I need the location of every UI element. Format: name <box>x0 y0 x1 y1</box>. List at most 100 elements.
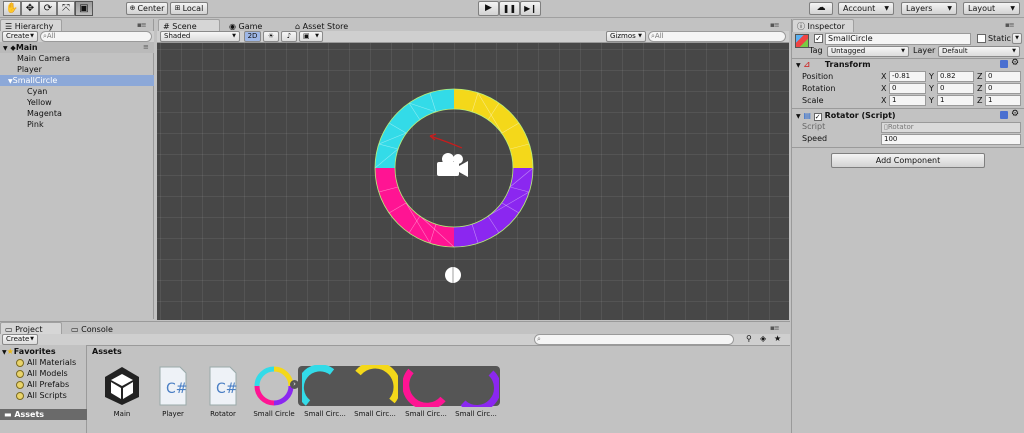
speaker-icon: ♪ <box>286 32 292 40</box>
rotator-help-icon[interactable] <box>1000 111 1008 119</box>
scene-menu-icon[interactable]: ≡ <box>143 43 149 51</box>
favorite-all-prefabs[interactable]: All Prefabs <box>16 379 69 390</box>
project-menu-icon[interactable]: ▪≡ <box>770 324 780 332</box>
favorite-all-scripts[interactable]: All Scripts <box>16 390 67 401</box>
hierarchy-item-cyan[interactable]: Cyan <box>0 86 154 97</box>
chevron-down-icon: ▼ <box>947 5 952 12</box>
play-button[interactable]: ▶ <box>478 1 499 16</box>
audio-toggle[interactable]: ♪ <box>281 31 297 42</box>
position-z-field[interactable]: 0 <box>985 71 1021 82</box>
scene-search-input[interactable]: ⌕All <box>648 31 786 42</box>
speed-field[interactable]: 100 <box>881 134 1021 145</box>
rotation-y-field[interactable]: 0 <box>937 83 974 94</box>
svg-text:C#: C# <box>216 381 238 397</box>
project-create-dropdown[interactable]: Create ▼ <box>2 334 38 345</box>
static-dropdown[interactable]: ▼ <box>1012 33 1022 44</box>
asset-small-circle-magenta[interactable]: Small Circ... <box>402 365 449 418</box>
transform-help-icon[interactable] <box>1000 60 1008 68</box>
active-checkbox[interactable]: ✓ <box>814 34 823 43</box>
assets-folder-row[interactable]: ▬ Assets <box>0 409 87 420</box>
position-x-field[interactable]: -0.81 <box>889 71 926 82</box>
object-name-field[interactable]: SmallCircle <box>825 33 971 45</box>
pivot-center-button[interactable]: ⊕ Center <box>126 2 168 15</box>
csharp-script-icon: C# <box>209 366 238 406</box>
search-icon <box>16 369 24 378</box>
search-icon <box>16 391 24 400</box>
hand-tool-icon[interactable]: ✋ <box>3 1 21 16</box>
gizmos-dropdown[interactable]: Gizmos ▼ <box>606 31 646 42</box>
assets-breadcrumb: Assets <box>92 347 122 356</box>
purple-arc-icon <box>460 370 501 412</box>
cloud-icon: ☁ <box>816 3 826 13</box>
favorite-all-materials[interactable]: All Materials <box>16 357 76 368</box>
scale-x-field[interactable]: 1 <box>889 95 926 106</box>
asset-player[interactable]: C# Player <box>150 365 196 418</box>
ring-cyan-segment <box>375 89 454 168</box>
scene-panel-menu-icon[interactable]: ▪≡ <box>770 21 780 29</box>
rotation-x-label: X <box>881 84 887 93</box>
transform-header[interactable]: ▼ ⊿ Transform <box>792 58 1024 70</box>
scene-viewport[interactable] <box>157 43 789 320</box>
color-ring[interactable] <box>157 43 789 320</box>
rotator-enabled-checkbox[interactable]: ✓ <box>813 113 822 121</box>
static-checkbox[interactable] <box>977 34 986 43</box>
scale-x-label: X <box>881 96 887 105</box>
favorite-all-models[interactable]: All Models <box>16 368 68 379</box>
account-dropdown[interactable]: Account ▼ <box>838 2 894 15</box>
rotate-tool-icon[interactable]: ⟳ <box>39 1 57 16</box>
rotator-header[interactable]: ▼ ▤ ✓ Rotator (Script) <box>792 108 1024 121</box>
panel-menu-icon[interactable]: ▪≡ <box>137 21 147 29</box>
lighting-toggle[interactable]: ☀ <box>263 31 279 42</box>
rotator-gear-icon[interactable]: ⚙ <box>1011 109 1019 119</box>
rect-tool-icon[interactable]: ▣ <box>75 1 93 16</box>
scale-tool-icon[interactable]: ⤧ <box>57 1 75 16</box>
hierarchy-item-smallcircle[interactable]: ▼SmallCircle <box>0 75 154 86</box>
asset-small-circle-purple[interactable]: Small Circ... <box>453 365 501 418</box>
rotation-z-field[interactable]: 0 <box>985 83 1021 94</box>
rotation-x-field[interactable]: 0 <box>889 83 926 94</box>
step-button[interactable]: ▶❙ <box>520 1 541 16</box>
layer-dropdown[interactable]: Default ▼ <box>938 46 1020 57</box>
add-component-button[interactable]: Add Component <box>831 153 985 168</box>
tag-dropdown[interactable]: Untagged ▼ <box>827 46 909 57</box>
search-icon <box>16 358 24 367</box>
hierarchy-item-magenta[interactable]: Magenta <box>0 108 154 119</box>
position-y-field[interactable]: 0.82 <box>937 71 974 82</box>
project-search-input[interactable]: ⌕ <box>534 334 734 345</box>
star-icon: ★ <box>6 347 14 356</box>
filter-type-icon[interactable]: ⚲ <box>746 334 752 343</box>
favorite-star-icon[interactable]: ★ <box>774 334 781 343</box>
scene-row-main[interactable]: ▼ ◆Main <box>0 42 154 53</box>
rotation-y-label: Y <box>929 84 934 93</box>
shading-mode-dropdown[interactable]: Shaded ▼ <box>160 31 240 42</box>
layers-dropdown[interactable]: Layers ▼ <box>901 2 957 15</box>
inspector-menu-icon[interactable]: ▪≡ <box>1005 21 1015 29</box>
mode-2d-toggle[interactable]: 2D <box>244 31 261 42</box>
csharp-script-icon: C# <box>159 366 188 406</box>
asset-main[interactable]: Main <box>99 365 145 418</box>
filter-label-icon[interactable]: ◈ <box>760 334 766 343</box>
hierarchy-create-dropdown[interactable]: Create ▼ <box>2 31 38 42</box>
effects-dropdown[interactable]: ▣ ▼ <box>299 31 323 42</box>
move-tool-icon[interactable]: ✥ <box>21 1 39 16</box>
hierarchy-item-player[interactable]: Player <box>0 64 154 75</box>
position-label: Position <box>802 72 834 81</box>
transform-gear-icon[interactable]: ⚙ <box>1011 58 1019 68</box>
layout-dropdown[interactable]: Layout ▼ <box>963 2 1020 15</box>
tab-inspector[interactable]: ⓘ Inspector <box>792 19 854 32</box>
pivot-space-button[interactable]: ⊞ Local <box>170 2 208 15</box>
scale-y-field[interactable]: 1 <box>937 95 974 106</box>
chevron-down-icon: ▼ <box>30 336 34 342</box>
pause-button[interactable]: ❚❚ <box>499 1 520 16</box>
magenta-arc-icon <box>402 368 446 410</box>
asset-small-circle-cyan[interactable]: Small Circ... <box>296 364 348 418</box>
scale-z-field[interactable]: 1 <box>985 95 1021 106</box>
hierarchy-item-pink[interactable]: Pink <box>0 119 154 130</box>
cloud-button[interactable]: ☁ <box>809 2 833 15</box>
asset-rotator[interactable]: C# Rotator <box>200 365 246 418</box>
asset-small-circle-yellow[interactable]: Small Circ... <box>352 361 401 418</box>
scene-tab-icon: # <box>163 22 170 31</box>
hierarchy-item-main-camera[interactable]: Main Camera <box>0 53 154 64</box>
hierarchy-item-yellow[interactable]: Yellow <box>0 97 154 108</box>
hierarchy-search-input[interactable]: ⌕All <box>40 31 152 42</box>
